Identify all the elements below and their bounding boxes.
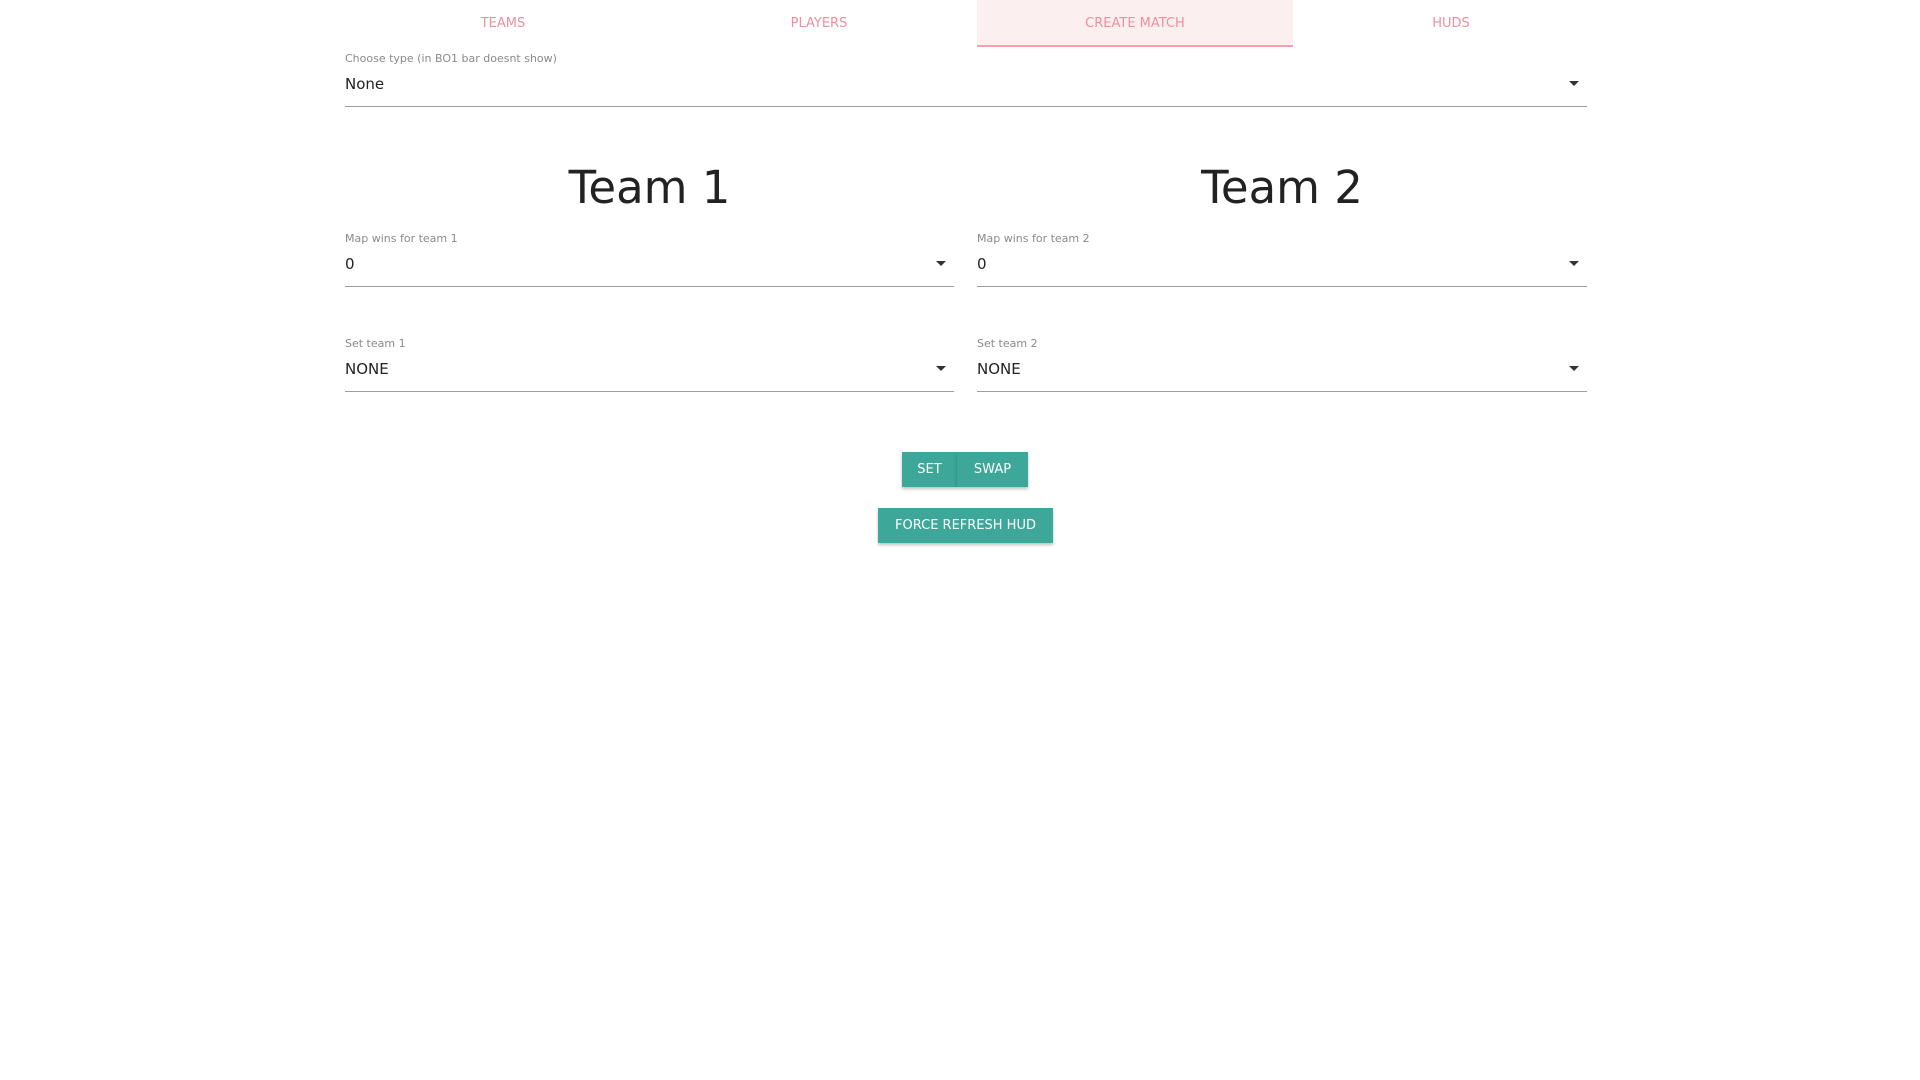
match-type-field: Choose type (in BO1 bar doesnt show) Non…	[345, 52, 1587, 107]
force-refresh-hud-button[interactable]: FORCE REFRESH HUD	[878, 508, 1053, 543]
set-team-2-value: NONE	[977, 360, 1021, 378]
tab-huds[interactable]: HUDS	[1293, 0, 1609, 47]
chevron-down-icon	[1569, 81, 1579, 86]
tab-bar: TEAMS PLAYERS CREATE MATCH HUDS	[345, 0, 1609, 48]
set-team-1-field: Set team 1 NONE	[345, 337, 954, 392]
tab-teams[interactable]: TEAMS	[345, 0, 661, 47]
team-2-title: Team 2	[1201, 161, 1363, 214]
map-wins-team-1-field: Map wins for team 1 0	[345, 232, 954, 287]
map-wins-team-1-value: 0	[345, 255, 355, 273]
set-team-2-label: Set team 2	[977, 337, 1038, 350]
match-type-value: None	[345, 75, 385, 93]
create-match-page: TEAMS PLAYERS CREATE MATCH HUDS Choose t…	[345, 0, 1587, 543]
tab-players[interactable]: PLAYERS	[661, 0, 977, 47]
map-wins-team-1-select[interactable]: 0	[345, 252, 954, 287]
match-type-label: Choose type (in BO1 bar doesnt show)	[345, 52, 557, 65]
set-team-1-select[interactable]: NONE	[345, 357, 954, 392]
chevron-down-icon	[1569, 366, 1579, 371]
map-wins-team-2-select[interactable]: 0	[977, 252, 1587, 287]
map-wins-team-1-label: Map wins for team 1	[345, 232, 458, 245]
set-team-2-select[interactable]: NONE	[977, 357, 1587, 392]
chevron-down-icon	[1569, 261, 1579, 266]
tab-create-match[interactable]: CREATE MATCH	[977, 0, 1293, 47]
team-1-title: Team 1	[568, 161, 731, 214]
set-team-1-value: NONE	[345, 360, 389, 378]
set-team-1-label: Set team 1	[345, 337, 406, 350]
map-wins-team-2-value: 0	[977, 255, 987, 273]
set-button[interactable]: SET	[902, 452, 957, 487]
map-wins-team-2-label: Map wins for team 2	[977, 232, 1090, 245]
chevron-down-icon	[936, 261, 946, 266]
match-type-select[interactable]: None	[345, 72, 1587, 107]
swap-button[interactable]: SWAP	[957, 452, 1028, 487]
set-team-2-field: Set team 2 NONE	[977, 337, 1587, 392]
chevron-down-icon	[936, 366, 946, 371]
map-wins-team-2-field: Map wins for team 2 0	[977, 232, 1587, 287]
